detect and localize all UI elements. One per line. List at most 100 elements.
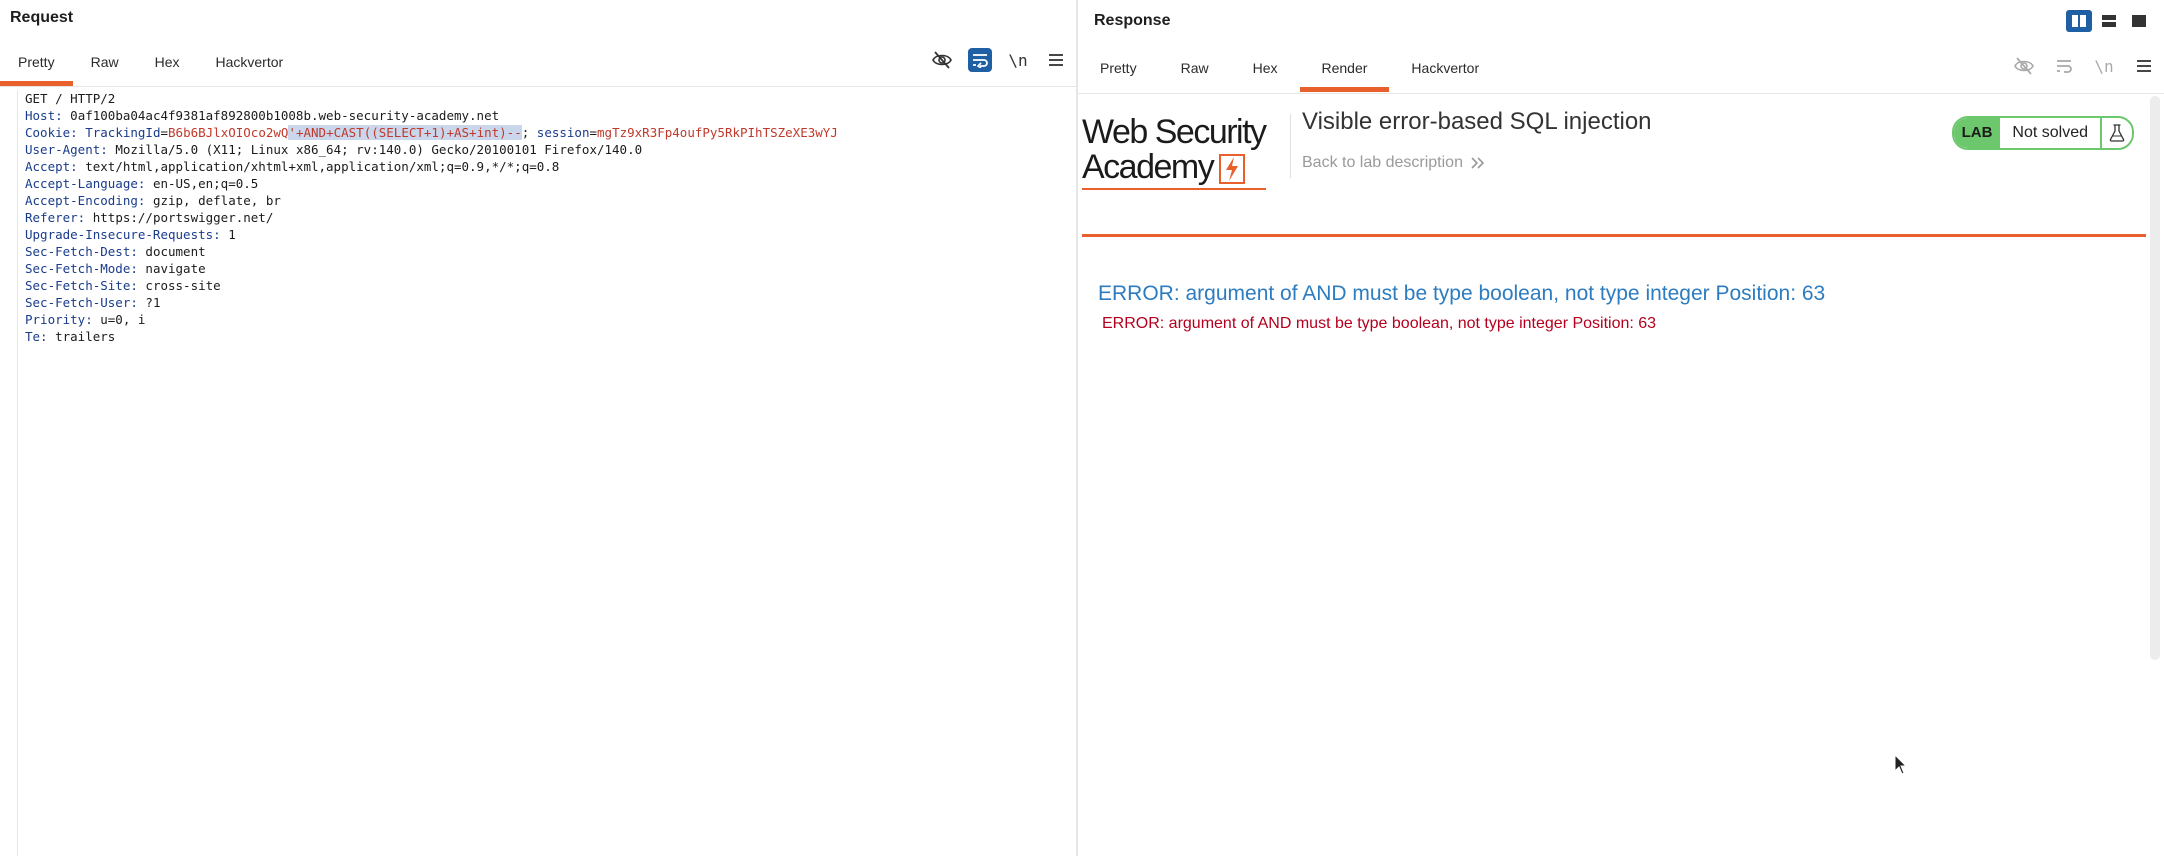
header-name: Sec-Fetch-Mode: bbox=[25, 261, 138, 276]
lightning-icon bbox=[1219, 154, 1246, 184]
cookie-value: B6b6BJlxOIOco2wQ bbox=[168, 125, 289, 140]
request-line-text: GET / HTTP/2 bbox=[25, 91, 116, 106]
header-name: Accept: bbox=[25, 159, 78, 174]
request-line: 5Accept: text/html,application/xhtml+xml… bbox=[0, 158, 1076, 175]
response-tab-divider bbox=[1078, 93, 2164, 94]
logo-text-line2-row: Academy bbox=[1082, 150, 1282, 184]
request-line: 6Accept-Language: en-US,en;q=0.5 bbox=[0, 175, 1076, 192]
request-line: 13Sec-Fetch-User: ?1 bbox=[0, 294, 1076, 311]
error-text: ERROR: argument of AND must be type bool… bbox=[1102, 315, 1657, 332]
header-value: gzip, deflate, br bbox=[145, 193, 281, 208]
back-to-lab-link[interactable]: Back to lab description bbox=[1302, 154, 1485, 172]
vertical-scrollbar[interactable] bbox=[2150, 96, 2160, 660]
hamburger-menu-icon[interactable] bbox=[2132, 54, 2156, 78]
header-name: Host: bbox=[25, 108, 63, 123]
header-name: Sec-Fetch-Site: bbox=[25, 278, 138, 293]
hamburger-menu-icon[interactable] bbox=[1044, 48, 1068, 72]
header-name: Sec-Fetch-User: bbox=[25, 295, 138, 310]
header-name: Priority: bbox=[25, 312, 93, 327]
header-name: Accept-Language: bbox=[25, 176, 146, 191]
request-line: 17 bbox=[0, 362, 1076, 379]
request-line: 9Upgrade-Insecure-Requests: 1 bbox=[0, 226, 1076, 243]
wrap-icon[interactable] bbox=[968, 48, 992, 72]
logo-text-line2: Academy bbox=[1082, 148, 1215, 186]
request-line: 11Sec-Fetch-Mode: navigate bbox=[0, 260, 1076, 277]
layout-split-vertical-icon[interactable] bbox=[2066, 10, 2092, 32]
header-value: cross-site bbox=[137, 278, 221, 293]
request-line: 1GET / HTTP/2 bbox=[0, 90, 1076, 107]
logo-underline bbox=[1082, 188, 1266, 190]
header-value: 1 bbox=[220, 227, 236, 242]
response-toolbar: \n bbox=[2012, 54, 2156, 78]
rendered-page: Web Security Academy Visible error-based… bbox=[1082, 96, 2146, 856]
header-value: Mozilla/5.0 (X11; Linux x86_64; rv:140.0… bbox=[107, 142, 643, 157]
response-tabs: Pretty Raw Hex Render Hackvertor bbox=[1078, 56, 1501, 92]
request-line: 2Host: 0af100ba04ac4f9381af892800b1008b.… bbox=[0, 107, 1076, 124]
header-name: User-Agent: bbox=[25, 142, 108, 157]
error-heading: ERROR: argument of AND must be type bool… bbox=[1098, 282, 1826, 305]
cookie-name: TrackingId bbox=[77, 125, 161, 140]
layout-split-horizontal-icon[interactable] bbox=[2096, 10, 2122, 32]
tab-pretty[interactable]: Pretty bbox=[1078, 56, 1159, 92]
tab-hackvertor[interactable]: Hackvertor bbox=[198, 50, 302, 86]
tab-raw[interactable]: Raw bbox=[1159, 56, 1231, 92]
tab-hackvertor[interactable]: Hackvertor bbox=[1389, 56, 1501, 92]
tab-hex[interactable]: Hex bbox=[1231, 56, 1300, 92]
tab-raw[interactable]: Raw bbox=[73, 50, 137, 86]
burp-repeater: Request Pretty Raw Hex Hackvertor \n 1GE… bbox=[0, 0, 2164, 856]
lab-status: LAB Not solved bbox=[1951, 116, 2134, 150]
logo-text-line1: Web Security bbox=[1082, 113, 1267, 151]
request-line: 7Accept-Encoding: gzip, deflate, br bbox=[0, 192, 1076, 209]
header-name: Referer: bbox=[25, 210, 86, 225]
cookie-separator: ; bbox=[521, 125, 537, 140]
lab-state: Not solved bbox=[2012, 124, 2088, 141]
request-tab-divider bbox=[0, 86, 1076, 87]
mouse-cursor-icon bbox=[1894, 754, 1908, 775]
request-toolbar: \n bbox=[930, 48, 1068, 72]
header-name: Sec-Fetch-Dest: bbox=[25, 244, 138, 259]
chevron-double-right-icon bbox=[1471, 157, 1485, 169]
request-line: 12Sec-Fetch-Site: cross-site bbox=[0, 277, 1076, 294]
header-name: Upgrade-Insecure-Requests: bbox=[25, 227, 221, 242]
layout-single-icon[interactable] bbox=[2126, 10, 2152, 32]
request-line: 15Te: trailers bbox=[0, 328, 1076, 345]
cookie-value: mgTz9xR3Fp4oufPy5RkPIhTSZeXE3wYJ bbox=[597, 125, 838, 140]
request-editor[interactable]: 1GET / HTTP/2 2Host: 0af100ba04ac4f9381a… bbox=[0, 90, 1076, 856]
header-orange-rule bbox=[1082, 234, 2146, 237]
header-value: en-US,en;q=0.5 bbox=[145, 176, 259, 191]
newline-icon[interactable]: \n bbox=[1006, 48, 1030, 72]
header-value: text/html,application/xhtml+xml,applicat… bbox=[77, 159, 560, 174]
header-name: Cookie: bbox=[25, 125, 78, 140]
selected-payload[interactable]: '+AND+CAST((SELECT+1)+AS+int)-- bbox=[288, 125, 522, 140]
tab-pretty[interactable]: Pretty bbox=[0, 50, 73, 86]
layout-toggle bbox=[2066, 10, 2152, 32]
tab-render[interactable]: Render bbox=[1299, 56, 1390, 92]
lab-title: Visible error-based SQL injection bbox=[1302, 108, 1652, 135]
cookie-equals: = bbox=[160, 125, 169, 140]
request-pane: Request Pretty Raw Hex Hackvertor \n 1GE… bbox=[0, 0, 1078, 856]
back-link-label: Back to lab description bbox=[1302, 154, 1463, 171]
request-line: 4User-Agent: Mozilla/5.0 (X11; Linux x86… bbox=[0, 141, 1076, 158]
response-pane: Response Pretty Raw Hex Render Hackverto… bbox=[1078, 0, 2164, 856]
flask-icon bbox=[2100, 118, 2132, 148]
header-separator bbox=[1290, 114, 1291, 178]
header-value: u=0, i bbox=[92, 312, 146, 327]
request-title: Request bbox=[10, 9, 74, 26]
header-value: 0af100ba04ac4f9381af892800b1008b.web-sec… bbox=[62, 108, 500, 123]
lab-status-badge: LAB Not solved bbox=[1951, 116, 2134, 150]
request-line: 3Cookie: TrackingId=B6b6BJlxOIOco2wQ'+AN… bbox=[0, 124, 1076, 141]
line-gutter bbox=[0, 90, 18, 856]
eye-slash-icon[interactable] bbox=[930, 48, 954, 72]
tab-hex[interactable]: Hex bbox=[137, 50, 198, 86]
wrap-icon[interactable] bbox=[2052, 54, 2076, 78]
eye-slash-icon[interactable] bbox=[2012, 54, 2036, 78]
request-line: 14Priority: u=0, i bbox=[0, 311, 1076, 328]
header-name: Accept-Encoding: bbox=[25, 193, 146, 208]
lab-tag: LAB bbox=[1953, 118, 2001, 148]
cookie-equals: = bbox=[589, 125, 598, 140]
header-value: ?1 bbox=[137, 295, 161, 310]
web-security-academy-logo[interactable]: Web Security Academy bbox=[1082, 113, 1282, 190]
header-value: navigate bbox=[137, 261, 206, 276]
newline-icon[interactable]: \n bbox=[2092, 54, 2116, 78]
request-line: 8Referer: https://portswigger.net/ bbox=[0, 209, 1076, 226]
